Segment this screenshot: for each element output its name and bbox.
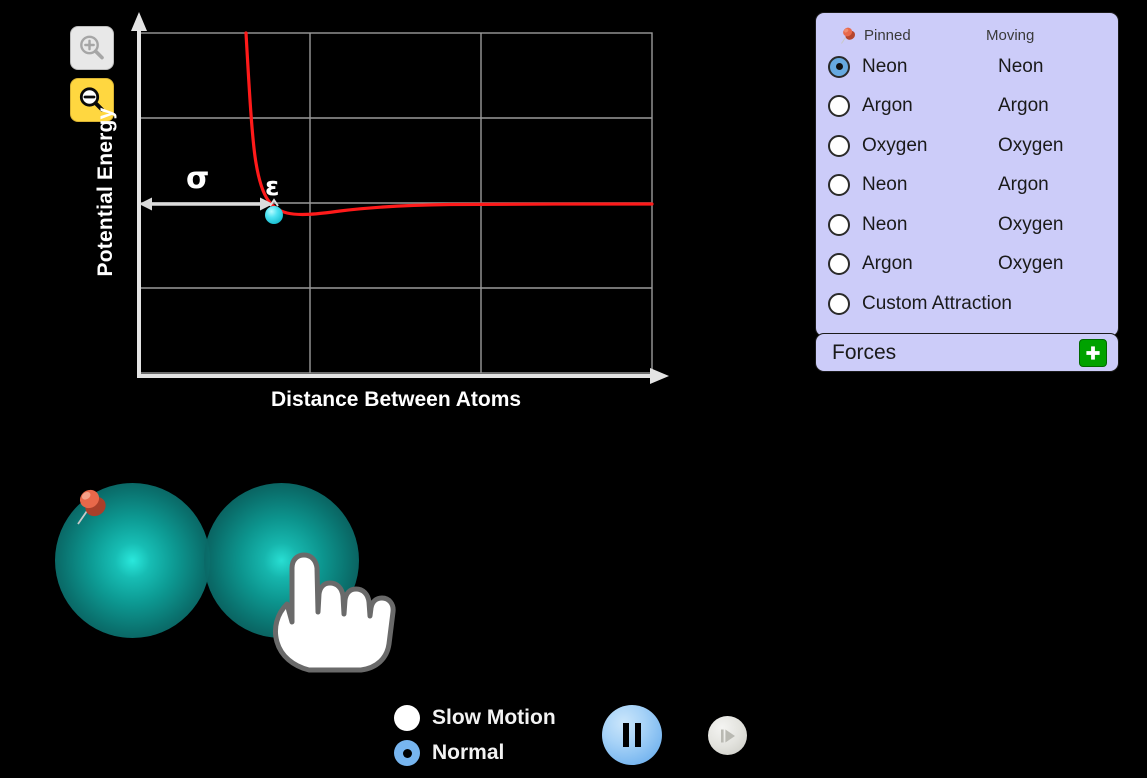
atom-pair-option-custom-attraction[interactable]: Custom Attraction	[816, 284, 1118, 324]
pinned-atom-label: Oxygen	[862, 134, 928, 156]
potential-energy-graph: σ ε Potential Energy Distance Between At…	[0, 0, 700, 430]
slow-motion-label: Slow Motion	[432, 706, 556, 729]
pinned-atom-label: Argon	[862, 253, 913, 275]
custom-attraction-label: Custom Attraction	[862, 292, 1012, 314]
radio-argon-oxygen[interactable]	[828, 253, 850, 276]
panel-header: Pinned Moving	[816, 23, 1118, 47]
moving-atom-label: Argon	[998, 174, 1049, 196]
epsilon-label: ε	[265, 172, 280, 202]
atom-pair-option-argon-argon[interactable]: Argon Argon	[816, 87, 1118, 127]
expand-forces-button[interactable]	[1079, 338, 1107, 367]
atomic-interactions-simulation: σ ε Potential Energy Distance Between At…	[0, 0, 1147, 778]
radio-neon-neon[interactable]	[828, 55, 850, 78]
radio-custom-attraction[interactable]	[828, 292, 850, 315]
atom-pair-option-neon-neon[interactable]: Neon Neon	[816, 47, 1118, 87]
atom-pair-option-argon-oxygen[interactable]: Argon Oxygen	[816, 245, 1118, 285]
atom-pair-option-neon-argon[interactable]: Neon Argon	[816, 166, 1118, 206]
moving-atom-label: Oxygen	[998, 213, 1064, 235]
radio-neon-oxygen[interactable]	[828, 213, 850, 236]
moving-atom[interactable]	[204, 483, 359, 638]
radio-normal[interactable]	[394, 740, 420, 766]
step-forward-button[interactable]	[708, 716, 747, 755]
pinned-atom-label: Argon	[862, 95, 913, 117]
atom-pair-option-oxygen-oxygen[interactable]: Oxygen Oxygen	[816, 126, 1118, 166]
sigma-label: σ	[186, 161, 210, 196]
pinned-atom-label: Neon	[862, 55, 908, 77]
atom-pair-panel: Pinned Moving Neon Neon Argon Argon Oxyg…	[815, 12, 1119, 337]
moving-atom-label: Argon	[998, 95, 1049, 117]
normal-label: Normal	[432, 741, 505, 764]
radio-argon-argon[interactable]	[828, 95, 850, 118]
pinned-atom-label: Neon	[862, 213, 908, 235]
speed-option-normal[interactable]: Normal	[394, 740, 504, 766]
pushpin-icon	[77, 489, 106, 525]
pause-icon	[623, 723, 641, 747]
forces-accordion-box[interactable]: Forces	[815, 333, 1119, 372]
radio-slow-motion[interactable]	[394, 705, 420, 731]
moving-atom-label: Oxygen	[998, 134, 1064, 156]
atom-pair-option-neon-oxygen[interactable]: Neon Oxygen	[816, 205, 1118, 245]
speed-option-slow-motion[interactable]: Slow Motion	[394, 705, 556, 731]
potential-minimum-marker	[265, 206, 283, 224]
pinned-column-header: Pinned	[864, 26, 911, 44]
radio-neon-argon[interactable]	[828, 174, 850, 197]
radio-oxygen-oxygen[interactable]	[828, 134, 850, 157]
y-axis-label: Potential Energy	[94, 107, 117, 277]
pinned-atom-label: Neon	[862, 174, 908, 196]
moving-atom-label: Neon	[998, 55, 1044, 77]
plus-icon	[1086, 345, 1100, 360]
x-axis-label: Distance Between Atoms	[270, 388, 522, 411]
step-forward-icon	[720, 729, 735, 742]
pushpin-icon	[841, 27, 856, 44]
moving-column-header: Moving	[986, 26, 1035, 44]
pause-button[interactable]	[602, 705, 662, 765]
forces-title: Forces	[832, 340, 897, 364]
moving-atom-label: Oxygen	[998, 253, 1064, 275]
